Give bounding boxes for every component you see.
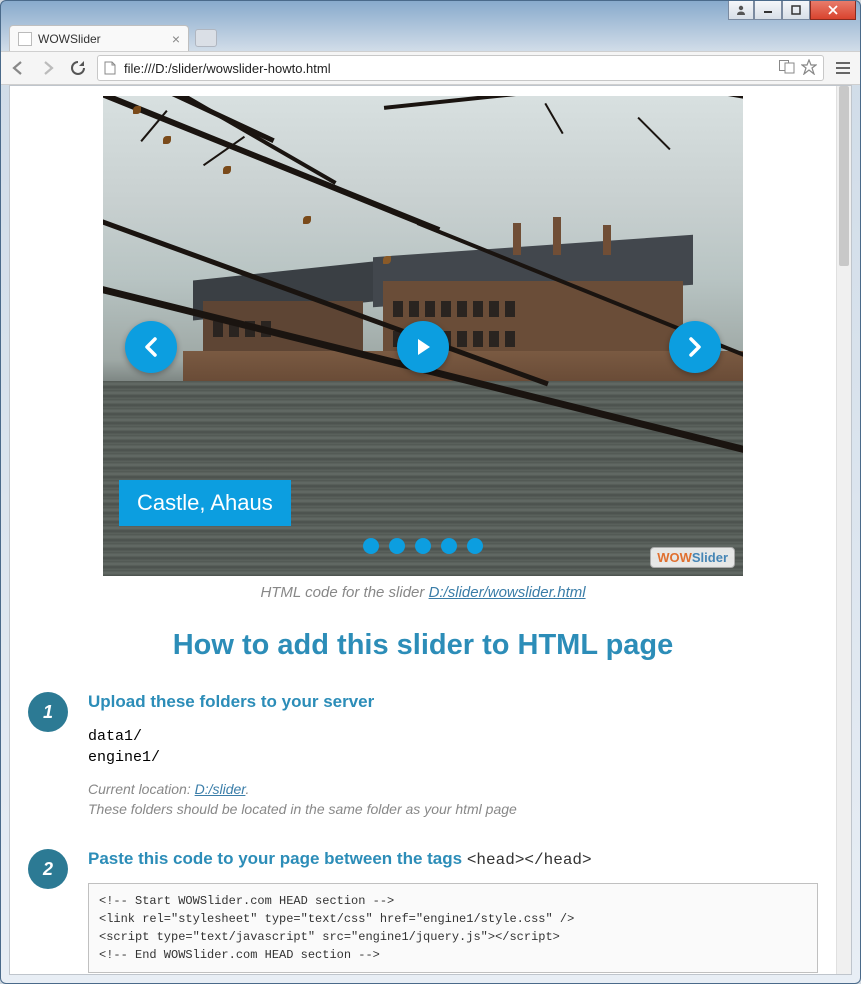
address-bar[interactable]: file:///D:/slider/wowslider-howto.html: [97, 55, 824, 81]
file-icon: [18, 32, 32, 46]
minimize-button[interactable]: [754, 0, 782, 20]
tab-strip: WOWSlider ×: [1, 23, 860, 51]
note-prefix: Current location:: [88, 781, 195, 797]
step-body-2: Paste this code to your page between the…: [88, 849, 818, 973]
page-content: Castle, Ahaus WOWSlider HTML code for th…: [9, 85, 852, 975]
omnibox-actions: [779, 59, 817, 78]
url-text: file:///D:/slider/wowslider-howto.html: [124, 61, 779, 76]
bullet-3[interactable]: [415, 538, 431, 554]
tab-title: WOWSlider: [38, 32, 101, 46]
step-2-title-text: Paste this code to your page between the…: [88, 849, 467, 868]
browser-tab[interactable]: WOWSlider ×: [9, 25, 189, 51]
prev-button[interactable]: [125, 321, 177, 373]
note-link[interactable]: D:/slider: [195, 781, 246, 797]
page-icon: [104, 61, 118, 75]
page-body: Castle, Ahaus WOWSlider HTML code for th…: [10, 86, 836, 974]
step-badge-2: 2: [28, 849, 68, 889]
browser-toolbar: file:///D:/slider/wowslider-howto.html: [1, 51, 860, 85]
step-1-note: Current location: D:/slider. These folde…: [88, 780, 818, 819]
bullet-5[interactable]: [467, 538, 483, 554]
step-2: 2 Paste this code to your page between t…: [10, 849, 836, 974]
slide-bullets: [363, 538, 483, 554]
scrollbar[interactable]: [836, 86, 851, 974]
forward-button[interactable]: [37, 57, 59, 79]
bullet-4[interactable]: [441, 538, 457, 554]
step-2-tags: <head></head>: [467, 851, 592, 869]
image-slider: Castle, Ahaus WOWSlider: [103, 96, 743, 576]
slide-caption: Castle, Ahaus: [119, 480, 291, 526]
note-suffix: .: [245, 781, 249, 797]
close-tab-icon[interactable]: ×: [172, 32, 180, 46]
menu-button[interactable]: [832, 57, 854, 79]
user-button[interactable]: [728, 0, 754, 20]
scrollbar-thumb[interactable]: [839, 86, 849, 266]
window-titlebar: [1, 1, 860, 23]
folder-1: data1/: [88, 726, 818, 747]
step-1-title: Upload these folders to your server: [88, 692, 818, 712]
subcaption-text: HTML code for the slider: [260, 584, 428, 601]
play-button[interactable]: [397, 321, 449, 373]
slider-subcaption: HTML code for the slider D:/slider/wowsl…: [103, 584, 743, 601]
back-button[interactable]: [7, 57, 29, 79]
translate-icon[interactable]: [779, 60, 795, 77]
folder-list: data1/ engine1/: [88, 726, 818, 768]
code-block[interactable]: <!-- Start WOWSlider.com HEAD section --…: [88, 883, 818, 973]
window-controls: [728, 0, 856, 20]
subcaption-link[interactable]: D:/slider/wowslider.html: [429, 584, 586, 601]
step-badge-1: 1: [28, 692, 68, 732]
logo-wow: WOW: [657, 550, 692, 565]
new-tab-button[interactable]: [195, 29, 217, 47]
reload-button[interactable]: [67, 57, 89, 79]
note-line2: These folders should be located in the s…: [88, 801, 517, 817]
maximize-button[interactable]: [782, 0, 810, 20]
step-body-1: Upload these folders to your server data…: [88, 692, 818, 819]
next-button[interactable]: [669, 321, 721, 373]
folder-2: engine1/: [88, 747, 818, 768]
bullet-1[interactable]: [363, 538, 379, 554]
step-1: 1 Upload these folders to your server da…: [10, 692, 836, 849]
bookmark-icon[interactable]: [801, 59, 817, 78]
logo-slider: Slider: [692, 550, 728, 565]
page-title: How to add this slider to HTML page: [10, 629, 836, 662]
wowslider-logo[interactable]: WOWSlider: [650, 547, 735, 568]
bullet-2[interactable]: [389, 538, 405, 554]
slider-container: Castle, Ahaus WOWSlider HTML code for th…: [103, 96, 743, 601]
browser-window: WOWSlider × file:///D:/slider/wowslider-…: [0, 0, 861, 984]
step-2-title: Paste this code to your page between the…: [88, 849, 818, 869]
close-button[interactable]: [810, 0, 856, 20]
